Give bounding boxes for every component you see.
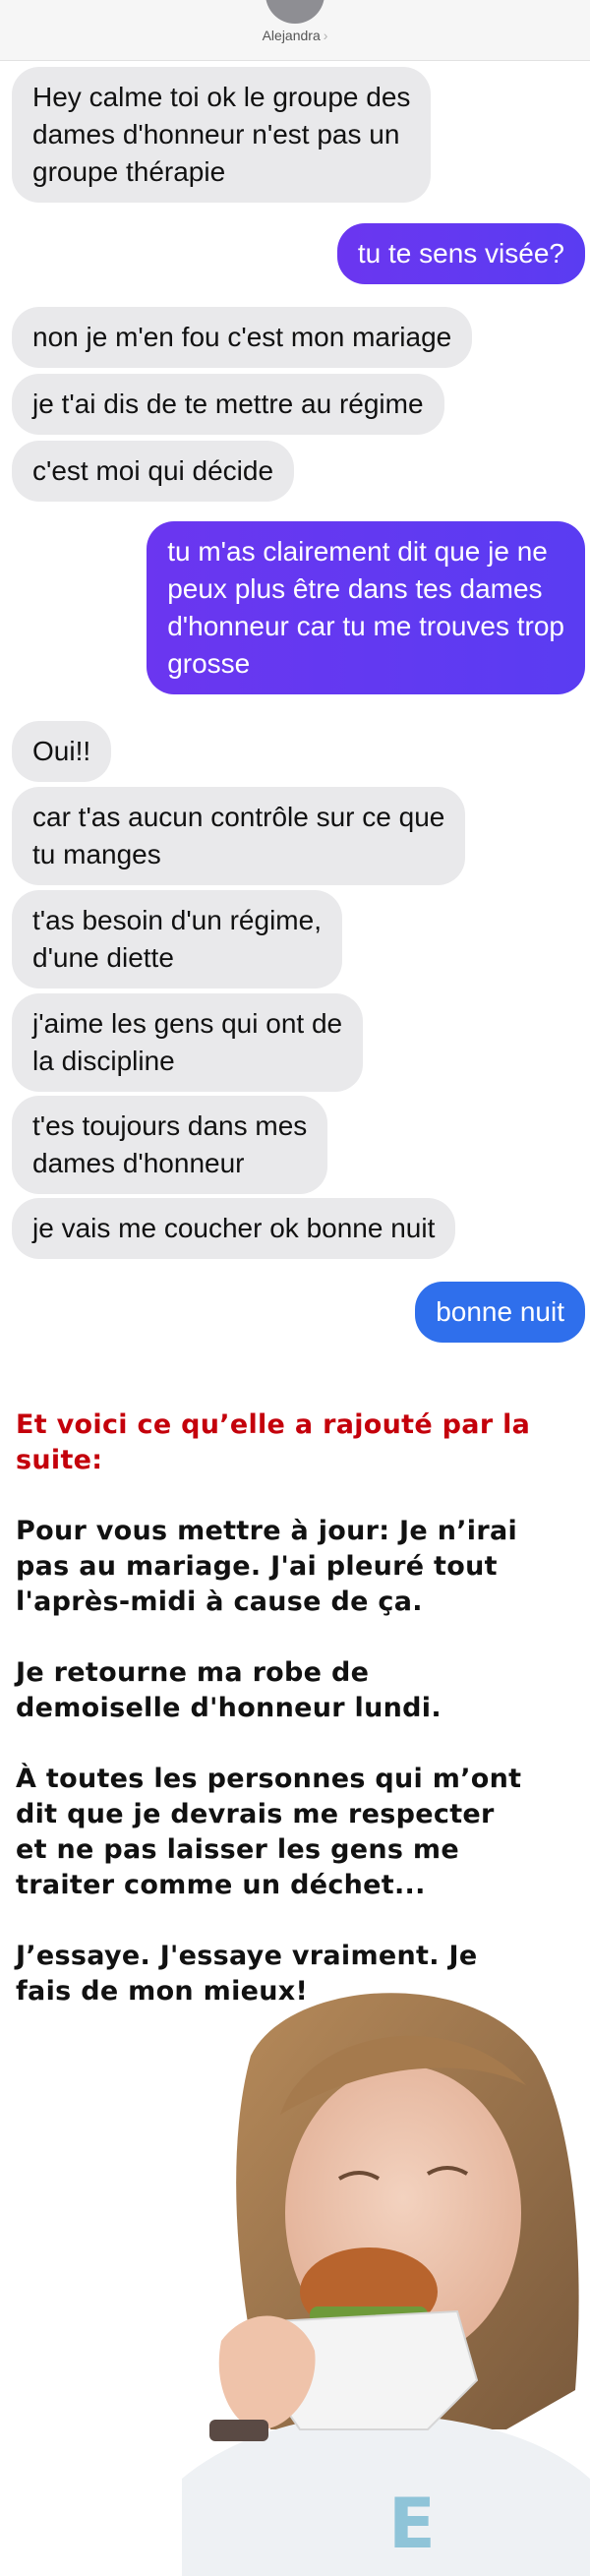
message-outgoing[interactable]: tu te sens visée? <box>336 223 585 284</box>
story-line: l'après-midi à cause de ça. <box>16 1587 423 1617</box>
message-outgoing[interactable]: bonne nuit <box>415 1282 585 1343</box>
story-line: demoiselle d'honneur lundi. <box>16 1693 442 1723</box>
contact-name-button[interactable]: Alejandra › <box>0 28 590 43</box>
story-line: pas au mariage. J'ai pleuré tout <box>16 1551 498 1582</box>
story-line: Et voici ce qu’elle a rajouté par la <box>16 1409 531 1440</box>
message-line: non je m'en fou c'est mon mariage <box>32 322 452 352</box>
story-line: et ne pas laisser les gens me <box>16 1834 459 1865</box>
message-line: car t'as aucun contrôle sur ce que <box>32 802 445 832</box>
message-line: groupe thérapie <box>32 156 226 187</box>
message-line: peux plus être dans tes dames <box>167 573 543 604</box>
story-heading: Et voici ce qu’elle a rajouté par la sui… <box>16 1408 576 1478</box>
message-line: Hey calme toi ok le groupe des <box>32 82 411 112</box>
message-incoming[interactable]: c'est moi qui décide <box>12 441 295 502</box>
message-outgoing[interactable]: tu m'as clairement dit que je ne peux pl… <box>147 521 585 694</box>
message-line: dames d'honneur n'est pas un <box>32 119 400 150</box>
contact-name: Alejandra <box>262 28 321 43</box>
woman-eating-photo: E <box>182 1967 590 2576</box>
message-line: t'as besoin d'un régime, <box>32 905 322 935</box>
story-line: suite: <box>16 1445 103 1475</box>
message-incoming[interactable]: t'es toujours dans mes dames d'honneur <box>12 1096 328 1194</box>
photo-illustration: E <box>182 1993 590 2576</box>
message-line: Oui!! <box>32 736 91 766</box>
message-line: c'est moi qui décide <box>32 455 274 486</box>
story-paragraph: Pour vous mettre à jour: Je n’irai pas a… <box>16 1514 576 1620</box>
contact-avatar[interactable] <box>266 0 324 24</box>
message-line: la discipline <box>32 1046 175 1076</box>
chat-header: Alejandra › <box>0 0 590 61</box>
message-line: grosse <box>167 648 251 679</box>
message-incoming[interactable]: car t'as aucun contrôle sur ce que tu ma… <box>12 787 466 885</box>
story-paragraph: Je retourne ma robe de demoiselle d'honn… <box>16 1655 576 1726</box>
message-line: tu m'as clairement dit que je ne <box>167 536 548 567</box>
message-incoming[interactable]: Hey calme toi ok le groupe des dames d'h… <box>12 67 432 203</box>
message-line: dames d'honneur <box>32 1148 245 1178</box>
message-line: tu manges <box>32 839 161 869</box>
message-line: d'une diette <box>32 942 174 973</box>
message-incoming[interactable]: Oui!! <box>12 721 112 782</box>
message-line: je vais me coucher ok bonne nuit <box>32 1213 436 1243</box>
story-line: traiter comme un déchet... <box>16 1870 426 1900</box>
message-line: bonne nuit <box>436 1296 564 1327</box>
story-line: Je retourne ma robe de <box>16 1657 370 1688</box>
message-incoming[interactable]: t'as besoin d'un régime, d'une diette <box>12 890 342 988</box>
message-line: d'honneur car tu me trouves trop <box>167 611 564 641</box>
sweater-print-icon: E <box>388 2484 436 2564</box>
story-line: Pour vous mettre à jour: Je n’irai <box>16 1516 518 1546</box>
story-line: À toutes les personnes qui m’ont <box>16 1764 522 1794</box>
message-line: tu te sens visée? <box>357 238 564 269</box>
message-incoming[interactable]: je vais me coucher ok bonne nuit <box>12 1198 456 1259</box>
message-line: j'aime les gens qui ont de <box>32 1008 343 1039</box>
watch-strap <box>209 2420 268 2441</box>
message-line: t'es toujours dans mes <box>32 1110 308 1141</box>
message-line: je t'ai dis de te mettre au régime <box>32 389 424 419</box>
story-paragraph: À toutes les personnes qui m’ont dit que… <box>16 1762 576 1903</box>
chevron-right-icon: › <box>323 28 328 43</box>
message-incoming[interactable]: j'aime les gens qui ont de la discipline <box>12 993 364 1092</box>
message-incoming[interactable]: non je m'en fou c'est mon mariage <box>12 307 473 368</box>
message-incoming[interactable]: je t'ai dis de te mettre au régime <box>12 374 444 435</box>
story-line: dit que je devrais me respecter <box>16 1799 495 1829</box>
